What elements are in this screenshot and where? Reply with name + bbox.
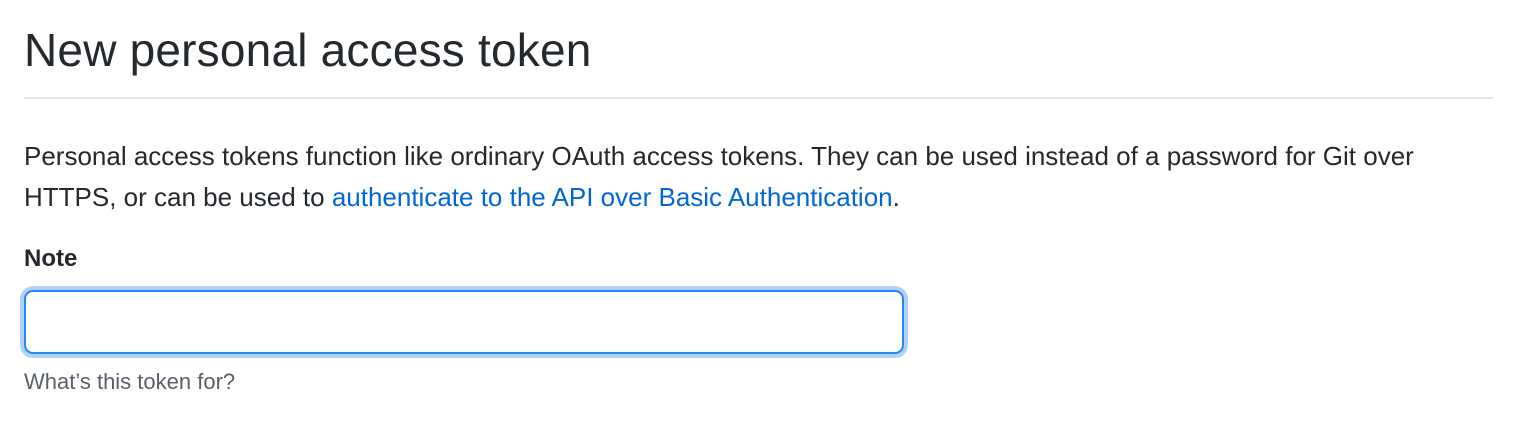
note-hint: What’s this token for?	[24, 369, 236, 394]
intro-text-end: .	[892, 182, 900, 212]
note-input[interactable]	[24, 290, 904, 354]
basic-auth-link[interactable]: authenticate to the API over Basic Authe…	[332, 182, 893, 212]
token-form-page: New personal access token Personal acces…	[24, 0, 1493, 396]
intro-description: Personal access tokens function like ord…	[24, 136, 1493, 218]
title-divider	[24, 97, 1493, 99]
note-label: Note	[24, 245, 78, 272]
page-title: New personal access token	[24, 24, 592, 76]
